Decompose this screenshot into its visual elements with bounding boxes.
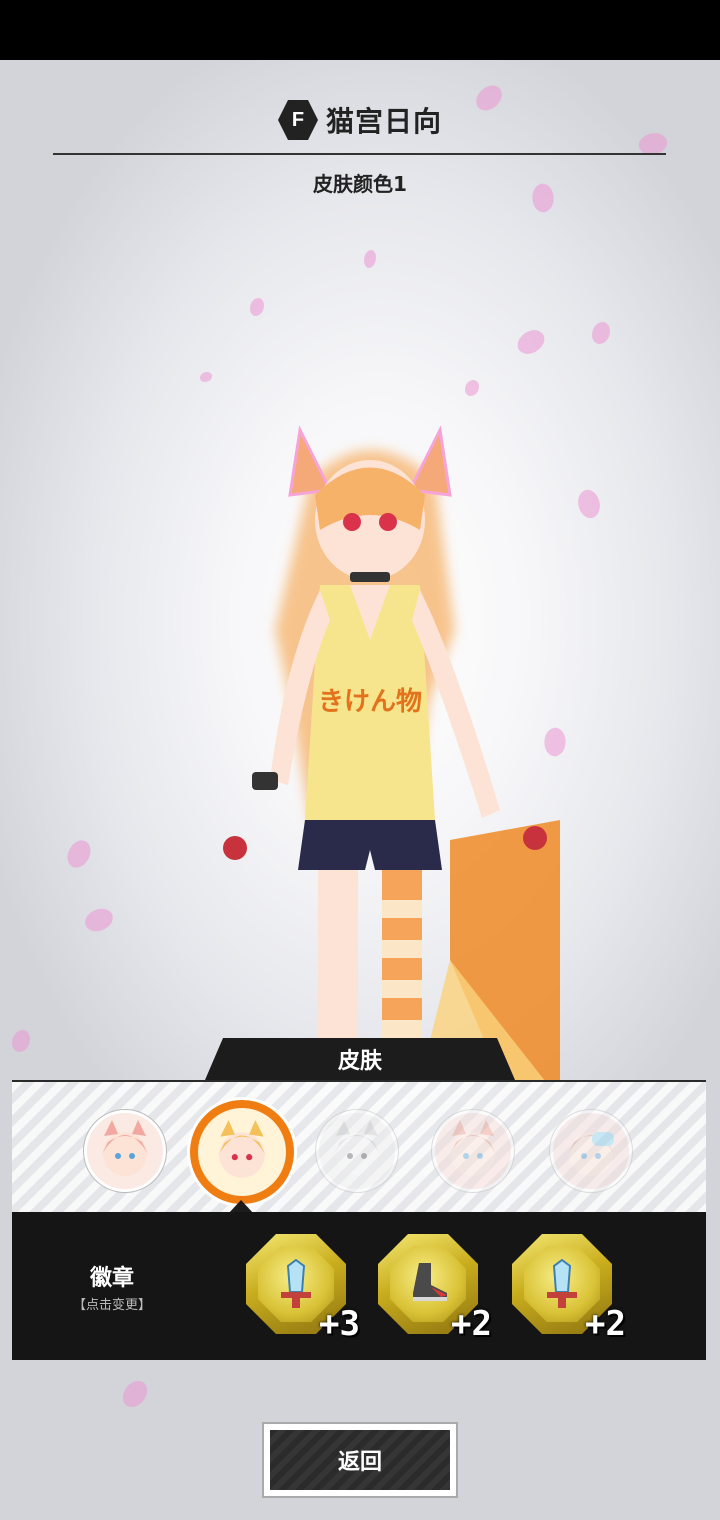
character-name: 猫宫日向 [325, 105, 442, 138]
back-button-label: 返回 [270, 1430, 450, 1490]
shirt-print: きけん物 [318, 687, 422, 717]
skin-tab[interactable]: 皮肤 [205, 1038, 515, 1080]
skin-avatar-icon [218, 1120, 266, 1178]
badge-change-hint: 【点击变更】 [72, 1298, 151, 1313]
badge-value: +2 [585, 1304, 626, 1344]
badge-slot-1[interactable]: +3 [246, 1234, 360, 1344]
status-bar [0, 0, 720, 60]
skin-avatar-icon [102, 1120, 148, 1176]
badge-value: +2 [451, 1304, 492, 1344]
skin-avatar-icon [450, 1120, 496, 1176]
badge-bar[interactable]: 徽章 【点击变更】 +3 +2 +2 [12, 1212, 706, 1360]
skin-option-red[interactable] [432, 1110, 514, 1192]
skin-name: 皮肤颜色1 [313, 172, 407, 196]
skin-selector [12, 1080, 706, 1214]
sword-icon [547, 1258, 577, 1308]
character-title: F 猫宫日向 [0, 100, 720, 140]
skin-option-yellow[interactable] [190, 1100, 294, 1204]
skin-avatar-icon [568, 1132, 614, 1176]
skin-option-goggles[interactable] [550, 1110, 632, 1192]
badge-slot-2[interactable]: +2 [378, 1234, 492, 1344]
skin-avatar-icon [334, 1120, 380, 1176]
sword-icon [281, 1258, 311, 1308]
brand-logo-icon: F [277, 100, 318, 140]
badge-slot-3[interactable]: +2 [512, 1234, 626, 1344]
boot-icon [413, 1263, 447, 1301]
header-divider [53, 153, 666, 155]
badge-label: 徽章 [89, 1266, 134, 1291]
skin-option-pink[interactable] [84, 1110, 166, 1192]
skin-option-white[interactable] [316, 1110, 398, 1192]
badge-value: +3 [319, 1304, 360, 1344]
character-model: きけん物 [223, 425, 560, 1080]
back-button[interactable]: 返回 [262, 1422, 458, 1498]
